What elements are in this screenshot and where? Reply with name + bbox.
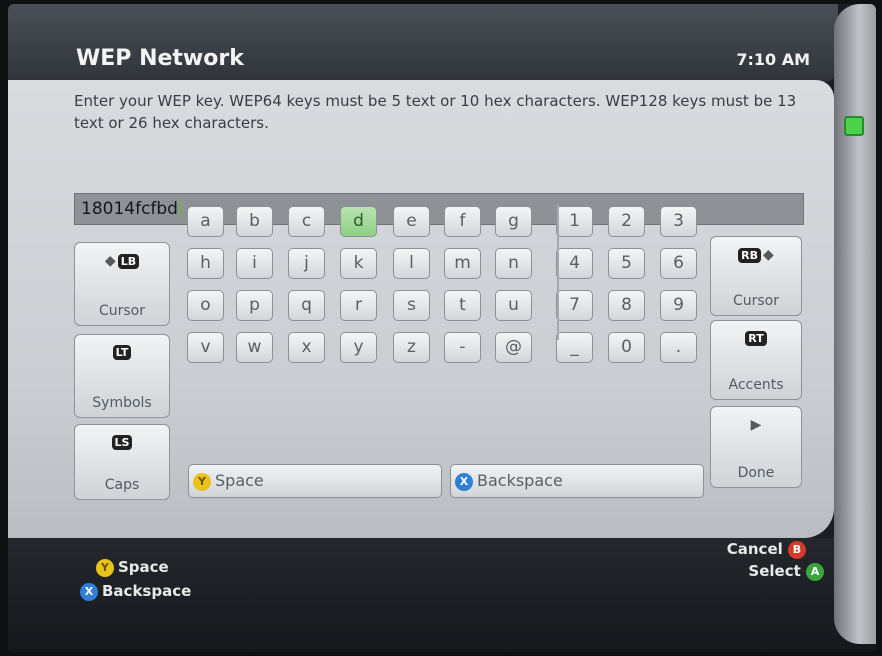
key-f[interactable]: f bbox=[444, 206, 481, 237]
key-x[interactable]: x bbox=[288, 332, 325, 363]
key-w[interactable]: w bbox=[236, 332, 273, 363]
right-button-icon-row: RT bbox=[711, 331, 801, 346]
key-h[interactable]: h bbox=[187, 248, 224, 279]
key-s[interactable]: s bbox=[393, 290, 430, 321]
key-c[interactable]: c bbox=[288, 206, 325, 237]
backspace-button[interactable]: X Backspace bbox=[450, 464, 704, 498]
key-5[interactable]: 5 bbox=[608, 248, 645, 279]
hint-select[interactable]: Select A bbox=[748, 562, 828, 581]
arrow-left-icon: ◆ bbox=[104, 253, 116, 269]
key-a[interactable]: a bbox=[187, 206, 224, 237]
key-r[interactable]: r bbox=[340, 290, 377, 321]
left-button-icon-row: LS bbox=[75, 435, 169, 450]
key-9[interactable]: 9 bbox=[660, 290, 697, 321]
wep-key-value: 18014fcfbd bbox=[81, 199, 178, 219]
arrow-right-icon: ◆ bbox=[763, 247, 774, 263]
left-cursor-button[interactable]: ◆ LB Cursor bbox=[74, 242, 170, 326]
left-button-label: Symbols bbox=[92, 395, 152, 411]
right-button-label: Cursor bbox=[732, 293, 780, 309]
a-button-icon: A bbox=[806, 562, 824, 581]
y-button-icon: Y bbox=[96, 558, 114, 577]
space-label: Space bbox=[215, 471, 264, 490]
key-underscore[interactable]: _ bbox=[556, 332, 593, 363]
key-d[interactable]: d bbox=[340, 206, 377, 237]
left-button-icon-row: ◆ LB bbox=[75, 253, 169, 269]
key-j[interactable]: j bbox=[288, 248, 325, 279]
guide-icon bbox=[844, 116, 864, 136]
header: WEP Network 7:10 AM bbox=[8, 4, 838, 82]
page-title: WEP Network bbox=[76, 46, 244, 71]
key-n[interactable]: n bbox=[495, 248, 532, 279]
key-t[interactable]: t bbox=[444, 290, 481, 321]
right-cursor-button[interactable]: RB ◆ Cursor bbox=[710, 236, 802, 316]
screen: WEP Network 7:10 AM Enter your WEP key. … bbox=[8, 4, 876, 652]
key-6[interactable]: 6 bbox=[660, 248, 697, 279]
hint-select-label: Select bbox=[748, 562, 801, 580]
b-button-icon: B bbox=[788, 540, 806, 559]
left-button-icon-row: LT bbox=[75, 345, 169, 360]
left-symbols-button[interactable]: LT Symbols bbox=[74, 334, 170, 418]
key-3[interactable]: 3 bbox=[660, 206, 697, 237]
key-2[interactable]: 2 bbox=[608, 206, 645, 237]
hint-cancel[interactable]: Cancel B bbox=[727, 540, 810, 559]
key-k[interactable]: k bbox=[340, 248, 377, 279]
rt-icon: RT bbox=[745, 331, 767, 346]
right-button-label: Done bbox=[737, 465, 775, 481]
key-y[interactable]: y bbox=[340, 332, 377, 363]
key-u[interactable]: u bbox=[495, 290, 532, 321]
lb-icon: LB bbox=[117, 253, 140, 269]
key-dash[interactable]: - bbox=[444, 332, 481, 363]
clock: 7:10 AM bbox=[736, 50, 810, 69]
key-o[interactable]: o bbox=[187, 290, 224, 321]
play-icon: ▶ bbox=[750, 417, 762, 433]
right-button-icon-row: RB ◆ bbox=[711, 247, 801, 263]
key-1[interactable]: 1 bbox=[556, 206, 593, 237]
key-l[interactable]: l bbox=[393, 248, 430, 279]
space-button[interactable]: Y Space bbox=[188, 464, 442, 498]
right-accents-button[interactable]: RT Accents bbox=[710, 320, 802, 400]
right-button-label: Accents bbox=[728, 377, 784, 393]
key-g[interactable]: g bbox=[495, 206, 532, 237]
key-8[interactable]: 8 bbox=[608, 290, 645, 321]
left-caps-button[interactable]: LS Caps bbox=[74, 424, 170, 500]
key-p[interactable]: p bbox=[236, 290, 273, 321]
key-m[interactable]: m bbox=[444, 248, 481, 279]
key-q[interactable]: q bbox=[288, 290, 325, 321]
hint-space-label: Space bbox=[118, 558, 169, 576]
ls-icon: LS bbox=[111, 435, 133, 450]
key-at[interactable]: @ bbox=[495, 332, 532, 363]
key-7[interactable]: 7 bbox=[556, 290, 593, 321]
x-button-icon: X bbox=[80, 582, 98, 601]
hint-space: Y Space bbox=[96, 558, 169, 577]
rb-icon: RB bbox=[738, 247, 762, 263]
side-blade[interactable] bbox=[834, 4, 876, 644]
text-caret bbox=[178, 201, 181, 217]
hint-backspace-label: Backspace bbox=[102, 582, 192, 600]
hint-backspace: X Backspace bbox=[80, 582, 191, 601]
key-0[interactable]: 0 bbox=[608, 332, 645, 363]
key-b[interactable]: b bbox=[236, 206, 273, 237]
right-done-button[interactable]: ▶ Done bbox=[710, 406, 802, 488]
key-period[interactable]: . bbox=[660, 332, 697, 363]
key-i[interactable]: i bbox=[236, 248, 273, 279]
right-button-icon-row: ▶ bbox=[711, 417, 801, 433]
key-z[interactable]: z bbox=[393, 332, 430, 363]
left-button-label: Caps bbox=[104, 477, 140, 493]
x-button-icon: X bbox=[455, 472, 473, 491]
left-button-label: Cursor bbox=[98, 303, 146, 319]
instructions: Enter your WEP key. WEP64 keys must be 5… bbox=[74, 92, 797, 132]
key-e[interactable]: e bbox=[393, 206, 430, 237]
footer: Y Space X Backspace Cancel B Select A bbox=[8, 538, 876, 652]
lt-icon: LT bbox=[112, 345, 132, 360]
backspace-label: Backspace bbox=[477, 471, 563, 490]
key-v[interactable]: v bbox=[187, 332, 224, 363]
hint-cancel-label: Cancel bbox=[726, 540, 783, 558]
key-4[interactable]: 4 bbox=[556, 248, 593, 279]
key-divider bbox=[557, 205, 559, 340]
y-button-icon: Y bbox=[193, 472, 211, 491]
